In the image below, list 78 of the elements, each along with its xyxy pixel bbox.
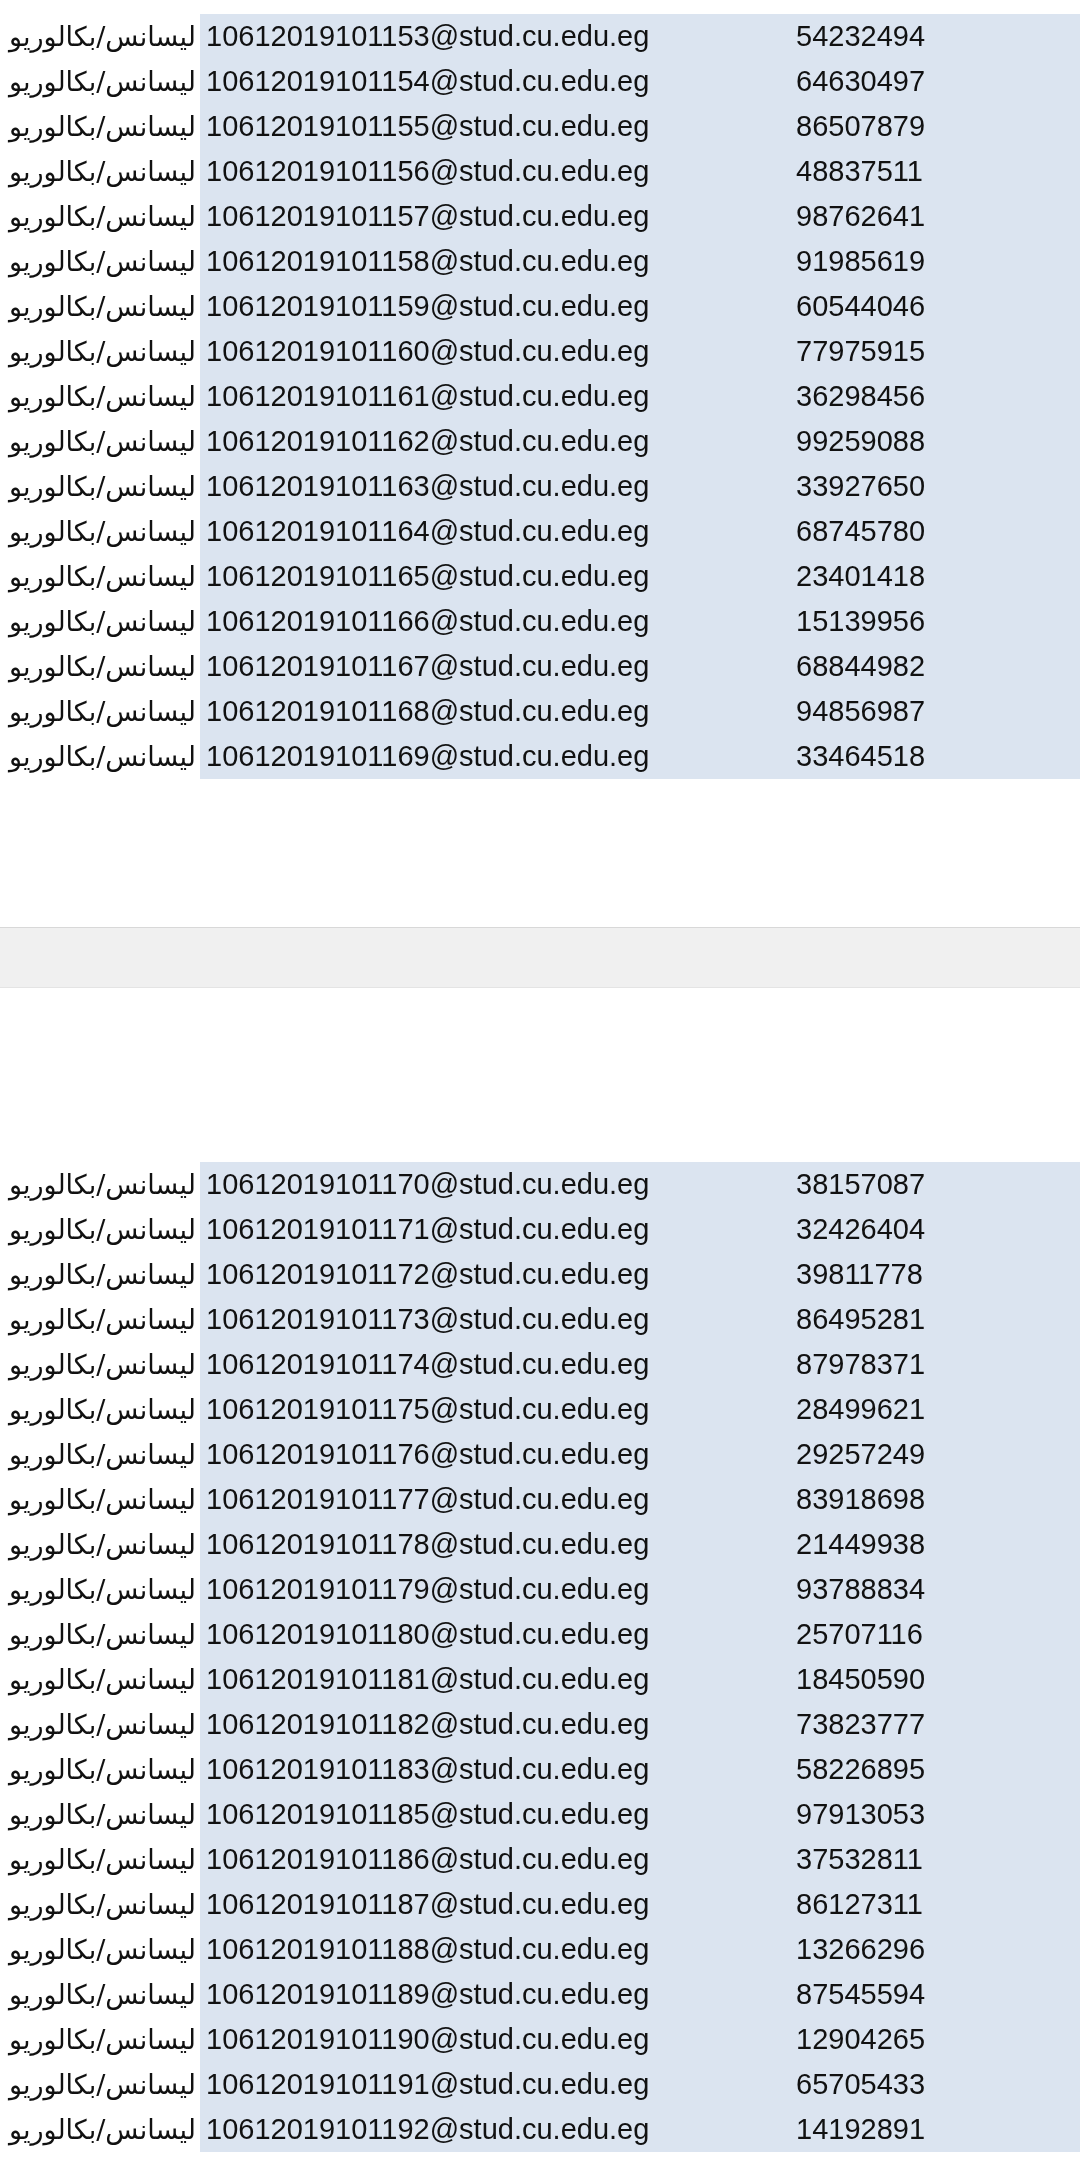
- code-cell: 97913053: [796, 1798, 926, 1831]
- email-cell-text: 10612019101163@stud.cu.edu.eg: [205, 470, 650, 503]
- code-cell: 21449938: [796, 1528, 926, 1561]
- code-cell: 87545594: [796, 1978, 926, 2011]
- code-cell: 32426404: [796, 1213, 926, 1246]
- email-cell-text: 10612019101185@stud.cu.edu.eg: [205, 1798, 650, 1831]
- email-cell-text: 10612019101186@stud.cu.edu.eg: [205, 1843, 650, 1876]
- email-cell-text: 10612019101168@stud.cu.edu.eg: [205, 695, 650, 728]
- email-cell-text: 10612019101180@stud.cu.edu.eg: [205, 1618, 650, 1651]
- code-cell: 64630497: [796, 65, 926, 98]
- code-cell: 18450590: [796, 1663, 926, 1696]
- email-cell-text: 10612019101155@stud.cu.edu.eg: [205, 110, 650, 143]
- email-cell-text: 10612019101181@stud.cu.edu.eg: [205, 1663, 650, 1696]
- email-cell-text: 10612019101158@stud.cu.edu.eg: [205, 245, 650, 278]
- code-cell: 48837511: [796, 155, 923, 188]
- email-cell-text: 10612019101171@stud.cu.edu.eg: [205, 1213, 650, 1246]
- email-cell-text: 10612019101178@stud.cu.edu.eg: [205, 1528, 650, 1561]
- email-cell-text: 10612019101179@stud.cu.edu.eg: [205, 1573, 650, 1606]
- code-cell: 73823777: [796, 1708, 926, 1741]
- email-cell-text: 10612019101166@stud.cu.edu.eg: [205, 605, 650, 638]
- code-cell: 29257249: [796, 1438, 926, 1471]
- email-cell-text: 10612019101173@stud.cu.edu.eg: [205, 1303, 650, 1336]
- code-cell: 60544046: [796, 290, 926, 323]
- email-cell-text: 10612019101172@stud.cu.edu.eg: [205, 1258, 650, 1291]
- email-cell-text: 10612019101183@stud.cu.edu.eg: [205, 1753, 650, 1786]
- email-cell-text: 10612019101182@stud.cu.edu.eg: [205, 1708, 650, 1741]
- code-cell: 25707116: [796, 1618, 923, 1651]
- email-cell-text: 10612019101159@stud.cu.edu.eg: [205, 290, 650, 323]
- email-cell-text: 10612019101160@stud.cu.edu.eg: [205, 335, 650, 368]
- email-cell-text: 10612019101167@stud.cu.edu.eg: [205, 650, 650, 683]
- email-cell-text: 10612019101156@stud.cu.edu.eg: [205, 155, 650, 188]
- code-cell: 15139956: [796, 605, 926, 638]
- code-cell: 93788834: [796, 1573, 926, 1606]
- code-cell: 91985619: [796, 245, 926, 278]
- code-cell: 83918698: [796, 1483, 926, 1516]
- code-cell: 33927650: [796, 470, 926, 503]
- email-cell-text: 10612019101177@stud.cu.edu.eg: [205, 1483, 650, 1516]
- code-cell: 28499621: [796, 1393, 926, 1426]
- code-cell: 86507879: [796, 110, 926, 143]
- email-cell-text: 10612019101165@stud.cu.edu.eg: [205, 560, 650, 593]
- code-cell: 68844982: [796, 650, 926, 683]
- code-cell: 12904265: [796, 2023, 926, 2056]
- email-cell-text: 10612019101191@stud.cu.edu.eg: [205, 2068, 650, 2101]
- email-cell-text: 10612019101190@stud.cu.edu.eg: [205, 2023, 650, 2056]
- code-cell: 23401418: [796, 560, 926, 593]
- code-cell: 36298456: [796, 380, 926, 413]
- code-cell: 14192891: [796, 2113, 926, 2146]
- code-cell: 77975915: [796, 335, 926, 368]
- code-cell: 98762641: [796, 200, 926, 233]
- code-cell: 86127311: [796, 1888, 923, 1921]
- code-cell: 94856987: [796, 695, 926, 728]
- email-cell-text: 10612019101188@stud.cu.edu.eg: [205, 1933, 650, 1966]
- code-cell: 58226895: [796, 1753, 926, 1786]
- code-cell: 99259088: [796, 425, 926, 458]
- email-cell-text: 10612019101189@stud.cu.edu.eg: [205, 1978, 650, 2011]
- email-cell-text: 10612019101157@stud.cu.edu.eg: [205, 200, 650, 233]
- email-cell-text: 10612019101161@stud.cu.edu.eg: [205, 380, 650, 413]
- email-cell-text: 10612019101192@stud.cu.edu.eg: [205, 2113, 650, 2146]
- email-cell-text: 10612019101187@stud.cu.edu.eg: [205, 1888, 650, 1921]
- email-cell-text: 10612019101153@stud.cu.edu.eg: [205, 20, 650, 53]
- code-cell: 68745780: [796, 515, 926, 548]
- code-cell: 33464518: [796, 740, 926, 773]
- email-cell-text: 10612019101164@stud.cu.edu.eg: [205, 515, 650, 548]
- email-cell-text: 10612019101169@stud.cu.edu.eg: [205, 740, 650, 773]
- email-cell-text: 10612019101170@stud.cu.edu.eg: [205, 1168, 650, 1201]
- email-cell-text: 10612019101176@stud.cu.edu.eg: [205, 1438, 650, 1471]
- code-cell: 87978371: [796, 1348, 926, 1381]
- code-cell: 13266296: [796, 1933, 926, 1966]
- email-cell-text: 10612019101162@stud.cu.edu.eg: [205, 425, 650, 458]
- code-cell: 86495281: [796, 1303, 926, 1336]
- email-cell-text: 10612019101174@stud.cu.edu.eg: [205, 1348, 650, 1381]
- code-cell: 54232494: [796, 20, 926, 53]
- code-cell: 39811778: [796, 1258, 923, 1291]
- email-cell-text: 10612019101175@stud.cu.edu.eg: [205, 1393, 650, 1426]
- code-cell: 65705433: [796, 2068, 926, 2101]
- email-cell-text: 10612019101154@stud.cu.edu.eg: [205, 65, 650, 98]
- code-cell: 37532811: [796, 1843, 923, 1876]
- code-cell: 38157087: [796, 1168, 926, 1201]
